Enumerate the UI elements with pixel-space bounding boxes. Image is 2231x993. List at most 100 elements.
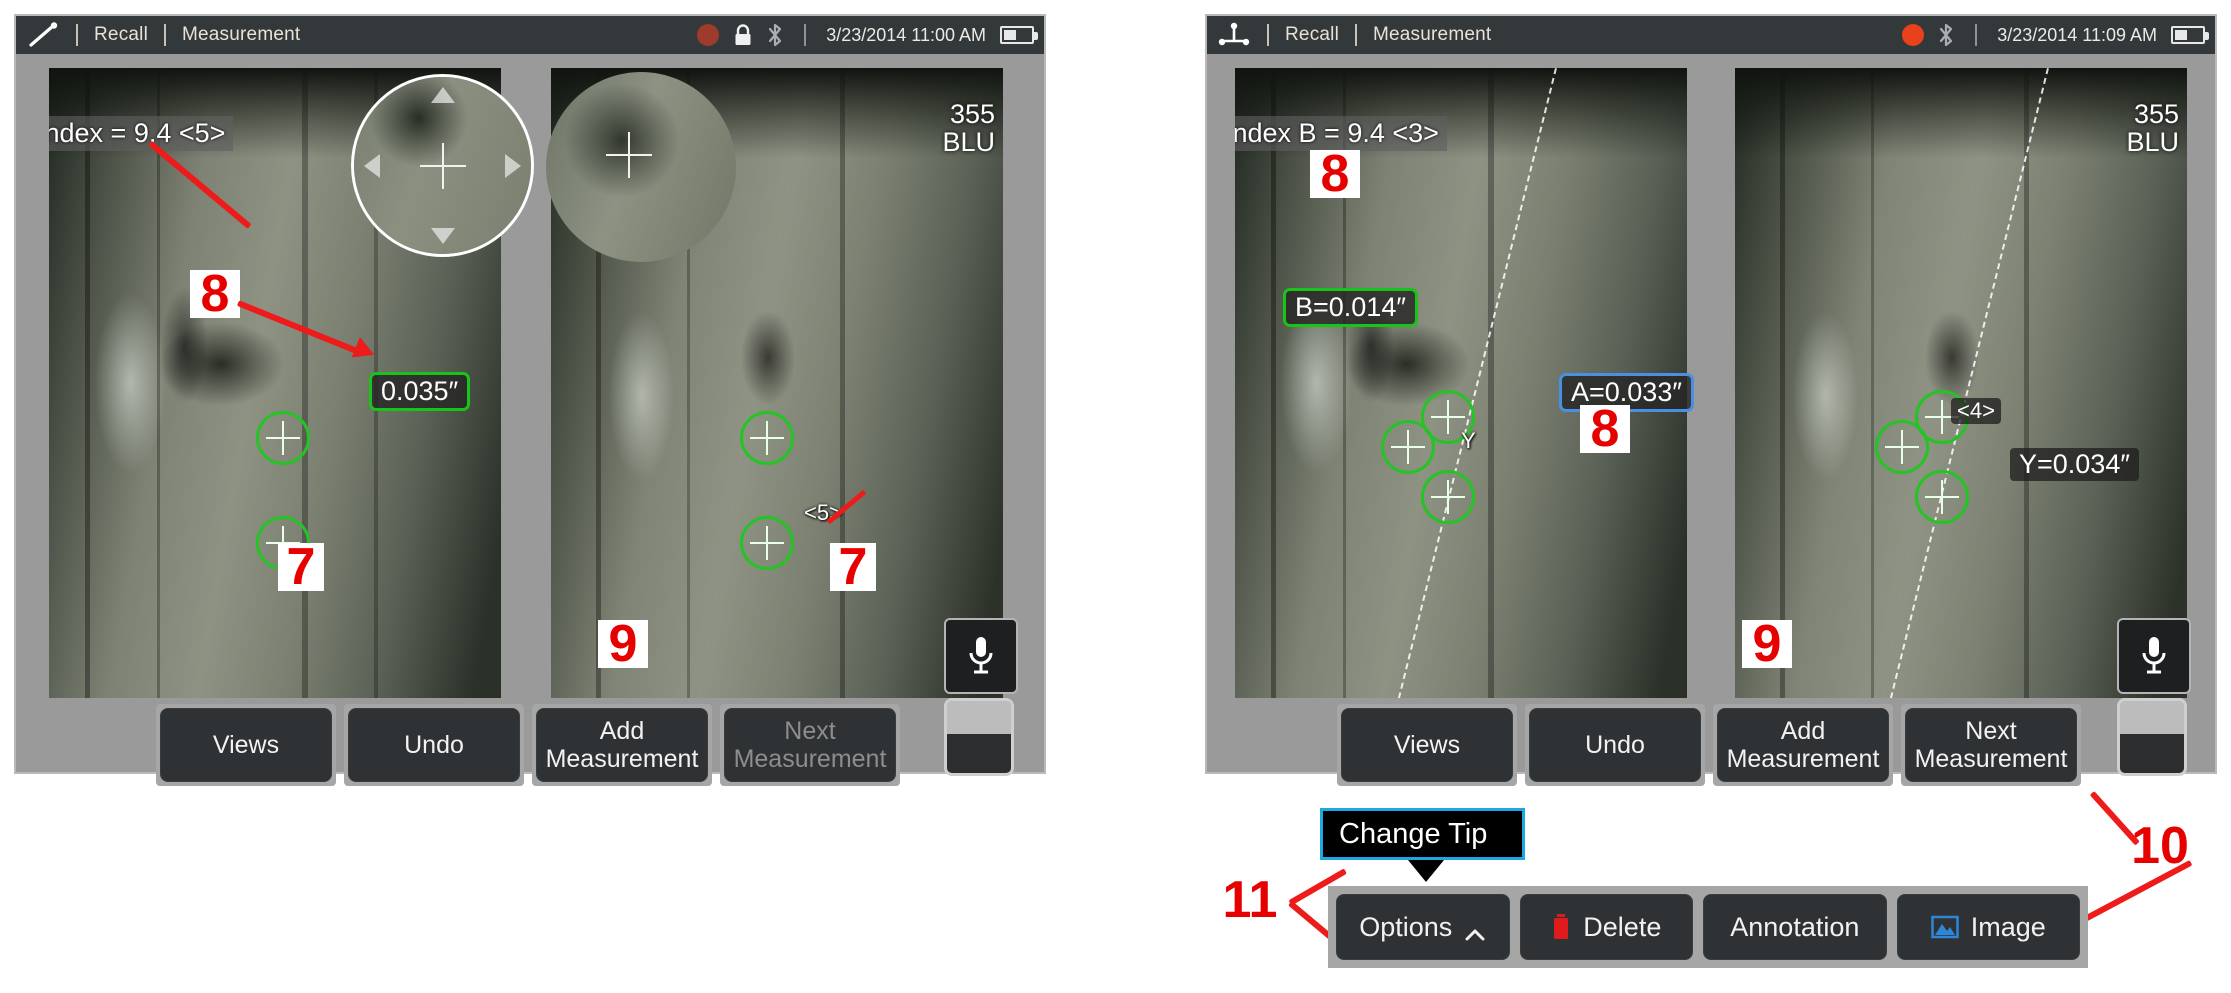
borescope-image-b xyxy=(1735,68,2187,698)
add-measurement-button-right[interactable]: Add Measurement xyxy=(1717,708,1889,782)
add-measurement-button-left[interactable]: Add Measurement xyxy=(536,708,708,782)
measurement-value-y: Y=0.034″ xyxy=(2010,448,2139,481)
magnifier-left-arrow-icon xyxy=(364,153,380,178)
measurement-menu-left[interactable]: Measurement xyxy=(182,24,300,46)
image-icon xyxy=(1931,915,1959,939)
right-bottom-toolbar: Views Undo Add Measurement Next Measurem… xyxy=(1337,704,2081,786)
bluetooth-icon xyxy=(1938,23,1955,47)
image-button[interactable]: Image xyxy=(1896,894,2080,960)
annotation-callout-9-right: 9 xyxy=(1742,618,1792,670)
options-button[interactable]: Options xyxy=(1336,894,1510,960)
magnifier-up-arrow-icon xyxy=(430,87,455,103)
annotation-callout-8-mid: 8 xyxy=(1580,403,1630,455)
magnifier-crosshair-icon xyxy=(419,142,466,189)
image-streak xyxy=(302,68,309,698)
image-dark-top xyxy=(1735,68,2187,158)
microphone-icon xyxy=(2142,637,2166,674)
battery-icon xyxy=(1000,26,1038,44)
preview-circle-left xyxy=(546,72,736,262)
left-device-frame: Recall Measurement 3/23/2014 11:00 AM In… xyxy=(14,14,1046,786)
left-titlebar: Recall Measurement 3/23/2014 11:00 AM xyxy=(16,16,1044,54)
next-measurement-button-left: Next Measurement xyxy=(724,708,896,782)
image-streak xyxy=(157,68,161,698)
annotation-callout-11: 11 xyxy=(1222,871,1278,929)
annotation-callout-8-top: 8 xyxy=(1310,148,1360,200)
image-streak xyxy=(1870,68,1874,698)
titlebar-divider xyxy=(1355,24,1357,46)
options-button-label: Options xyxy=(1359,911,1453,942)
right-image-view-b[interactable]: 355 BLU <4> xyxy=(1735,68,2187,698)
preview-crosshair-icon xyxy=(606,132,652,178)
recall-thumbnail-left[interactable] xyxy=(944,698,1014,776)
views-button-right[interactable]: Views xyxy=(1341,708,1513,782)
titlebar-divider xyxy=(164,24,166,46)
next-measurement-button-right[interactable]: Next Measurement xyxy=(1905,708,2077,782)
delete-button-label: Delete xyxy=(1583,911,1662,942)
undo-button-left[interactable]: Undo xyxy=(348,708,520,782)
right-titlebar: Recall Measurement 3/23/2014 11:09 AM xyxy=(1207,16,2215,54)
cursor-tag-4: <4> xyxy=(1951,398,2001,424)
right-device-frame: Recall Measurement 3/23/2014 11:09 AM In… xyxy=(1205,14,2217,786)
probe-id-right: 355 BLU xyxy=(2126,99,2179,158)
button-slot: Views xyxy=(156,704,336,786)
annotation-button-label: Annotation xyxy=(1730,911,1860,942)
measurement-cursor[interactable] xyxy=(740,411,794,465)
probe-id-left: 355 BLU xyxy=(942,99,995,158)
magnifier-right-arrow-icon xyxy=(505,153,521,178)
measurement-cursor[interactable] xyxy=(740,516,794,570)
image-streak xyxy=(1271,68,1277,698)
record-indicator-icon xyxy=(1902,24,1925,46)
undo-button-right[interactable]: Undo xyxy=(1529,708,1701,782)
measurement-value-left: 0.035″ xyxy=(369,372,471,411)
magnifier-bubble-left xyxy=(351,74,534,257)
cursor-tag-y: Y xyxy=(1461,428,1476,453)
microphone-button-left[interactable] xyxy=(944,618,1018,694)
trash-icon xyxy=(1551,913,1571,941)
measurement-cursor[interactable] xyxy=(1421,470,1475,524)
annotation-callout-9: 9 xyxy=(598,618,648,670)
annotation-callout-7: 7 xyxy=(278,541,324,593)
image-streak xyxy=(1780,68,1786,698)
microphone-button-right[interactable] xyxy=(2117,618,2191,694)
titlebar-divider xyxy=(1267,24,1269,46)
annotation-callout-8: 8 xyxy=(190,268,240,320)
recall-menu-left[interactable]: Recall xyxy=(94,24,148,46)
button-slot: Add Measurement xyxy=(532,704,712,786)
status-datetime-right: 3/23/2014 11:09 AM xyxy=(1997,24,2157,45)
measurement-cursor[interactable] xyxy=(256,411,310,465)
image-button-label: Image xyxy=(1970,911,2046,942)
battery-icon xyxy=(2171,26,2209,44)
titlebar-divider xyxy=(804,24,807,46)
views-button-left[interactable]: Views xyxy=(160,708,332,782)
annotation-callout-7b: 7 xyxy=(830,541,876,593)
titlebar-divider xyxy=(1975,24,1978,46)
tooltip-pointer xyxy=(1408,860,1444,882)
measurement-value-b: B=0.014″ xyxy=(1283,288,1418,327)
recall-menu-right[interactable]: Recall xyxy=(1285,24,1339,46)
recall-thumbnail-right[interactable] xyxy=(2117,698,2187,776)
magnifier-down-arrow-icon xyxy=(430,228,455,244)
bluetooth-icon xyxy=(767,23,784,47)
image-streak xyxy=(1488,68,1495,698)
measurement-menu-right[interactable]: Measurement xyxy=(1373,24,1491,46)
button-slot: Next Measurement xyxy=(720,704,900,786)
index-label-left: Index = 9.4 <5> xyxy=(49,116,234,151)
change-tip-tooltip: Change Tip xyxy=(1320,808,1525,860)
button-slot: Undo xyxy=(344,704,524,786)
button-slot: Add Measurement xyxy=(1713,704,1893,786)
button-slot: Undo xyxy=(1525,704,1705,786)
microphone-icon xyxy=(969,637,993,674)
delete-button[interactable]: Delete xyxy=(1519,894,1694,960)
lock-icon xyxy=(733,23,753,47)
button-slot: Views xyxy=(1337,704,1517,786)
annotation-button[interactable]: Annotation xyxy=(1703,894,1887,960)
change-tip-tooltip-label: Change Tip xyxy=(1339,817,1488,850)
image-streak xyxy=(840,68,846,698)
point-to-line-measurement-icon xyxy=(1217,22,1251,48)
options-popup-toolbar: Options Delete Annotation Image xyxy=(1328,886,2088,968)
button-slot: Next Measurement xyxy=(1901,704,2081,786)
chevron-up-icon xyxy=(1464,919,1486,941)
measurement-cursor[interactable] xyxy=(1915,470,1969,524)
record-indicator-icon xyxy=(697,24,720,46)
image-streak xyxy=(85,68,91,698)
